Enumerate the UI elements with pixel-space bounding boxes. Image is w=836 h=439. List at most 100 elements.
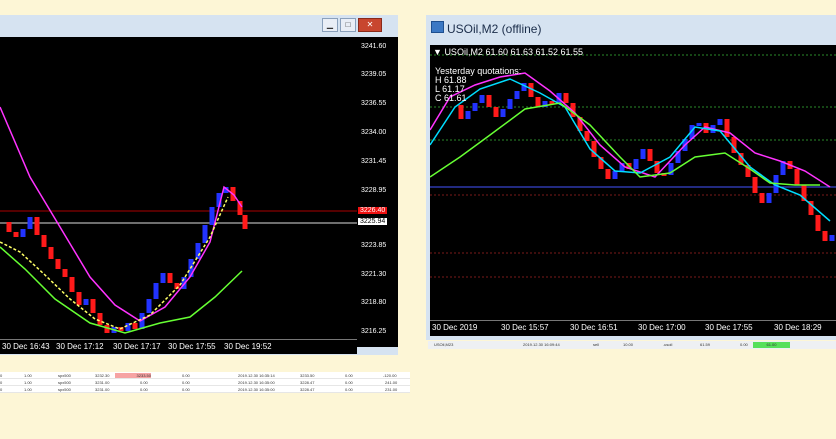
right-chart-plot[interactable]: ▼ USOil,M2 61.60 61.63 61.52 61.55 Yeste… bbox=[430, 45, 836, 327]
bull-candle bbox=[500, 109, 506, 117]
maximize-button[interactable]: □ bbox=[340, 18, 356, 32]
table-cell: 241.00 bbox=[385, 380, 398, 385]
bull-candle bbox=[83, 299, 89, 305]
yesterday-close: C 61.61 bbox=[435, 93, 467, 103]
bear-candle bbox=[48, 247, 54, 259]
right-window-title: USOil,M2 (offline) bbox=[447, 22, 542, 36]
bull-candle bbox=[640, 149, 646, 159]
left-window-titlebar: ▁ □ ✕ bbox=[0, 15, 398, 37]
table-cell: 0 bbox=[0, 387, 3, 392]
bear-candle bbox=[69, 277, 75, 292]
table-cell: 0.00 bbox=[182, 380, 190, 385]
table-row[interactable]: 0 1.00 spx500 3232.30 3233.50 0.00 2019.… bbox=[0, 372, 410, 379]
table-cell: 0.00 bbox=[140, 380, 148, 385]
bull-candle bbox=[20, 229, 26, 237]
x-tick: 30 Dec 17:00 bbox=[638, 323, 686, 332]
green-ma-line bbox=[430, 102, 820, 186]
bull-candle bbox=[696, 123, 702, 126]
bid-price-label: 3226.40 bbox=[358, 207, 388, 214]
bull-candle bbox=[195, 243, 201, 259]
bear-candle bbox=[724, 119, 730, 137]
bear-candle bbox=[605, 169, 611, 179]
trade-status-bar[interactable]: USOil,M23 2019.12.30 16:09:44 sell 10.00… bbox=[428, 341, 836, 349]
x-tick: 30 Dec 2019 bbox=[432, 323, 478, 332]
table-cell: 0 bbox=[0, 373, 3, 378]
bull-candle bbox=[612, 171, 618, 179]
status-cell: USOil,M23 bbox=[434, 342, 454, 347]
x-tick: 30 Dec 17:55 bbox=[705, 323, 753, 332]
bear-candle bbox=[76, 292, 82, 305]
status-cell-highlight: 61.00 bbox=[753, 342, 790, 348]
table-cell: 3231.00 bbox=[95, 387, 110, 392]
triangle-down-icon: ▼ bbox=[433, 47, 442, 57]
left-candles bbox=[0, 106, 357, 334]
yellow-ma-line bbox=[0, 196, 229, 330]
table-cell: 2019.12.30 16:35:00 bbox=[238, 380, 275, 385]
table-cell: 1.00 bbox=[24, 387, 32, 392]
table-cell: 1.00 bbox=[24, 373, 32, 378]
table-cell: 3233.50 bbox=[300, 373, 315, 378]
right-window-titlebar: USOil,M2 (offline) bbox=[426, 15, 836, 37]
symbol-quote: USOil,M2 61.60 61.63 61.52 61.55 bbox=[444, 47, 584, 57]
x-tick: 30 Dec 16:51 bbox=[570, 323, 618, 332]
bull-candle bbox=[153, 283, 159, 299]
table-cell: 2019.12.30 16:35:14 bbox=[238, 373, 275, 378]
table-row[interactable]: 0 1.00 spx500 3231.00 0.00 0.00 2019.12.… bbox=[0, 379, 410, 386]
table-cell: -120.00 bbox=[383, 373, 397, 378]
x-tick: 30 Dec 17:55 bbox=[168, 342, 216, 351]
table-cell: 0.00 bbox=[182, 373, 190, 378]
chart-window-icon bbox=[431, 21, 444, 33]
table-cell: 0.00 bbox=[140, 387, 148, 392]
y-tick: 3221.30 bbox=[361, 271, 387, 278]
orders-table: 0 1.00 spx500 3232.30 3233.50 0.00 2019.… bbox=[0, 372, 410, 393]
table-cell: 0.00 bbox=[345, 387, 353, 392]
bear-candle bbox=[493, 107, 499, 117]
x-tick: 30 Dec 18:29 bbox=[774, 323, 822, 332]
bear-candle bbox=[97, 313, 103, 325]
status-cell: sell bbox=[593, 342, 600, 347]
y-tick: 3216.25 bbox=[361, 328, 387, 335]
table-cell: 0 bbox=[0, 380, 3, 385]
table-cell: 3228.47 bbox=[300, 387, 315, 392]
right-chart-window: USOil,M2 (offline) ▼ USOil,M2 61.60 61.6… bbox=[426, 15, 836, 340]
green-ma-line bbox=[0, 246, 243, 334]
x-tick: 30 Dec 16:43 bbox=[2, 342, 50, 351]
bull-candle bbox=[465, 111, 471, 119]
yesterday-box: Yesterday quotations: H 61.88 L 61.17 C … bbox=[435, 67, 521, 103]
minimize-button[interactable]: ▁ bbox=[322, 18, 338, 32]
bear-candle bbox=[41, 235, 47, 247]
table-cell: spx500 bbox=[58, 387, 71, 392]
bear-candle bbox=[563, 93, 569, 103]
close-button[interactable]: ✕ bbox=[358, 18, 382, 32]
bear-candle bbox=[794, 169, 800, 185]
bear-candle bbox=[822, 231, 828, 241]
status-cell: 0.00 bbox=[740, 342, 748, 347]
table-cell: 2019.12.30 16:35:00 bbox=[238, 387, 275, 392]
bull-candle bbox=[146, 299, 152, 313]
table-cell: 0.00 bbox=[182, 387, 190, 392]
table-row[interactable]: 0 1.00 spx500 3231.00 0.00 0.00 2019.12.… bbox=[0, 386, 410, 393]
bear-candle bbox=[815, 215, 821, 231]
y-tick: 3231.45 bbox=[361, 158, 387, 165]
bear-candle bbox=[167, 273, 173, 283]
bull-candle bbox=[202, 225, 208, 243]
bear-candle bbox=[13, 232, 19, 237]
symbol-header: ▼ USOil,M2 61.60 61.63 61.52 61.55 bbox=[433, 48, 583, 57]
left-price-axis: 3241.60 3239.05 3236.55 3234.00 3231.45 … bbox=[357, 37, 398, 347]
table-cell: spx500 bbox=[58, 380, 71, 385]
table-cell: 3231.00 bbox=[95, 380, 110, 385]
bear-candle bbox=[242, 215, 248, 229]
status-cell: 2019.12.30 16:09:44 bbox=[523, 342, 560, 347]
bull-candle bbox=[717, 119, 723, 125]
table-cell: 3228.47 bbox=[300, 380, 315, 385]
left-chart-plot[interactable] bbox=[0, 37, 357, 347]
y-tick: 3218.80 bbox=[361, 299, 387, 306]
status-cell: 10.00 bbox=[623, 342, 634, 347]
bull-candle bbox=[829, 235, 835, 241]
bull-candle bbox=[209, 207, 215, 225]
table-cell: 0.00 bbox=[345, 373, 353, 378]
x-tick: 30 Dec 17:12 bbox=[56, 342, 104, 351]
bear-candle bbox=[535, 97, 541, 107]
table-cell: 1.00 bbox=[24, 380, 32, 385]
table-cell: 3232.30 bbox=[95, 373, 110, 378]
